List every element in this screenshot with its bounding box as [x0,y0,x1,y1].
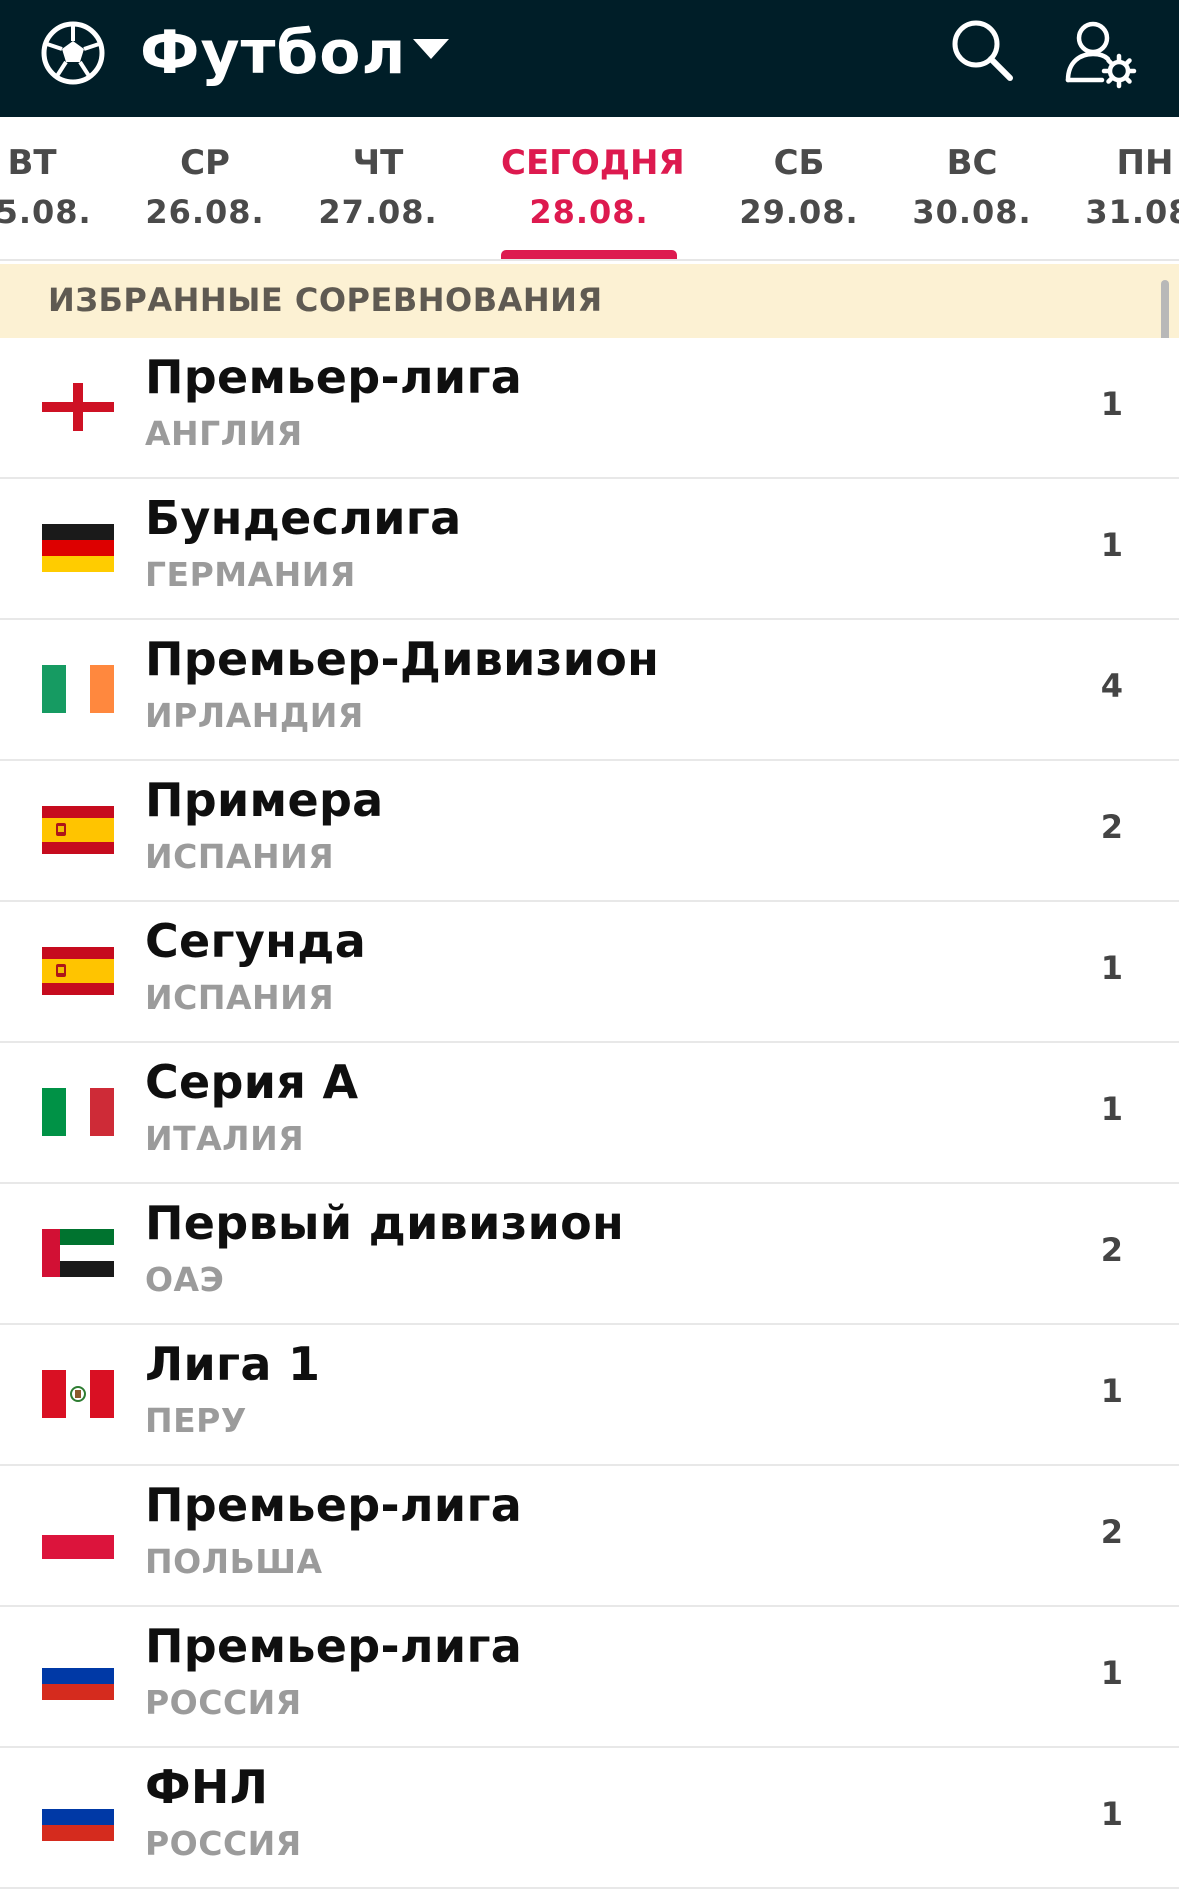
competition-name: Сегунда [145,914,367,968]
list-item[interactable]: Примера ИСПАНИЯ 2 [0,761,1179,902]
list-item[interactable]: Лига 1 ПЕРУ 1 [0,1325,1179,1466]
day-tab[interactable]: ЧТ 27.08. [290,117,466,259]
competition-country: ИТАЛИЯ [145,1119,305,1158]
sport-title[interactable]: Футбол [140,14,406,92]
germany-flag-icon [42,524,114,572]
competition-country: ИСПАНИЯ [145,978,335,1017]
competition-country: ОАЭ [145,1260,225,1299]
active-tab-indicator [501,250,677,259]
competition-name: Примера [145,773,384,827]
competition-name: Премьер-Дивизион [145,632,660,686]
competition-country: ГЕРМАНИЯ [145,555,356,594]
day-tab[interactable]: СБ 29.08. [711,117,887,259]
list-item[interactable]: Премьер-Дивизион ИРЛАНДИЯ 4 [0,620,1179,761]
match-count: 1 [1100,526,1123,564]
peru-flag-icon [42,1370,114,1418]
list-item[interactable]: Премьер-лига АНГЛИЯ 1 [0,338,1179,479]
competition-list: Премьер-лига АНГЛИЯ 1 Бундеслига ГЕРМАНИ… [0,338,1179,1889]
day-tab-name: СЕГОДНЯ [501,143,685,183]
competition-name: Премьер-лига [145,350,523,404]
russia-flag-icon [42,1652,114,1700]
competition-country: ИРЛАНДИЯ [145,696,364,735]
top-app-bar: Футбол [0,0,1179,117]
england-flag-icon [42,383,114,431]
match-count: 2 [1100,1231,1123,1269]
soccer-ball-icon[interactable] [40,20,106,86]
caret-down-icon[interactable] [411,35,451,63]
competition-country: АНГЛИЯ [145,414,303,453]
day-tab-date: 26.08. [145,193,265,231]
day-tab-name: СР [180,143,230,183]
day-tab[interactable]: ПН 31.08. [1057,117,1179,259]
user-settings-icon[interactable] [1062,14,1140,90]
spain-flag-icon [42,947,114,995]
match-count: 1 [1100,1654,1123,1692]
competition-country: РОССИЯ [145,1683,302,1722]
list-item[interactable]: Серия А ИТАЛИЯ 1 [0,1043,1179,1184]
competition-name: Премьер-лига [145,1619,523,1673]
day-tab-date: 31.08. [1085,193,1179,231]
match-count: 1 [1100,1090,1123,1128]
day-tab-name: ЧТ [352,143,404,183]
match-count: 1 [1100,1795,1123,1833]
competition-country: ПОЛЬША [145,1542,323,1581]
competition-name: ФНЛ [145,1760,269,1814]
list-item[interactable]: ФНЛ РОССИЯ 1 [0,1748,1179,1889]
list-item[interactable]: Первый дивизион ОАЭ 2 [0,1184,1179,1325]
day-tab-date: 27.08. [318,193,438,231]
day-tab-name: ВТ [7,143,57,183]
competition-country: РОССИЯ [145,1824,302,1863]
competition-country: ПЕРУ [145,1401,247,1440]
day-tabs: ВТ 25.08. СР 26.08. ЧТ 27.08. СЕГОДНЯ 28… [0,117,1179,261]
uae-flag-icon [42,1229,114,1277]
competition-name: Бундеслига [145,491,462,545]
day-tab-name: СБ [773,143,825,183]
competition-name: Премьер-лига [145,1478,523,1532]
day-tab-name: ПН [1116,143,1174,183]
match-count: 1 [1100,949,1123,987]
day-tab[interactable]: СР 26.08. [117,117,293,259]
list-item[interactable]: Премьер-лига ПОЛЬША 2 [0,1466,1179,1607]
spain-flag-icon [42,806,114,854]
match-count: 1 [1100,1372,1123,1410]
match-count: 4 [1100,667,1123,705]
competition-name: Лига 1 [145,1337,321,1391]
day-tab-name: ВС [946,143,998,183]
day-tab[interactable]: ВТ 25.08. [0,117,120,259]
list-item[interactable]: Бундеслига ГЕРМАНИЯ 1 [0,479,1179,620]
day-tab-date: 28.08. [529,193,649,231]
search-icon[interactable] [946,14,1018,86]
favorites-section-header: ИЗБРАННЫЕ СОРЕВНОВАНИЯ [0,264,1179,338]
poland-flag-icon [42,1511,114,1559]
day-tab-date: 25.08. [0,193,92,231]
day-tab-date: 29.08. [739,193,859,231]
day-tab-date: 30.08. [912,193,1032,231]
match-count: 2 [1100,1513,1123,1551]
italy-flag-icon [42,1088,114,1136]
day-tab[interactable]: ВС 30.08. [884,117,1060,259]
match-count: 1 [1100,385,1123,423]
match-count: 2 [1100,808,1123,846]
competition-name: Первый дивизион [145,1196,625,1250]
russia-flag-icon [42,1793,114,1841]
ireland-flag-icon [42,665,114,713]
section-title: ИЗБРАННЫЕ СОРЕВНОВАНИЯ [48,281,603,319]
list-item[interactable]: Премьер-лига РОССИЯ 1 [0,1607,1179,1748]
list-item[interactable]: Сегунда ИСПАНИЯ 1 [0,902,1179,1043]
competition-country: ИСПАНИЯ [145,837,335,876]
competition-name: Серия А [145,1055,359,1109]
day-tab-today[interactable]: СЕГОДНЯ 28.08. [501,117,685,259]
